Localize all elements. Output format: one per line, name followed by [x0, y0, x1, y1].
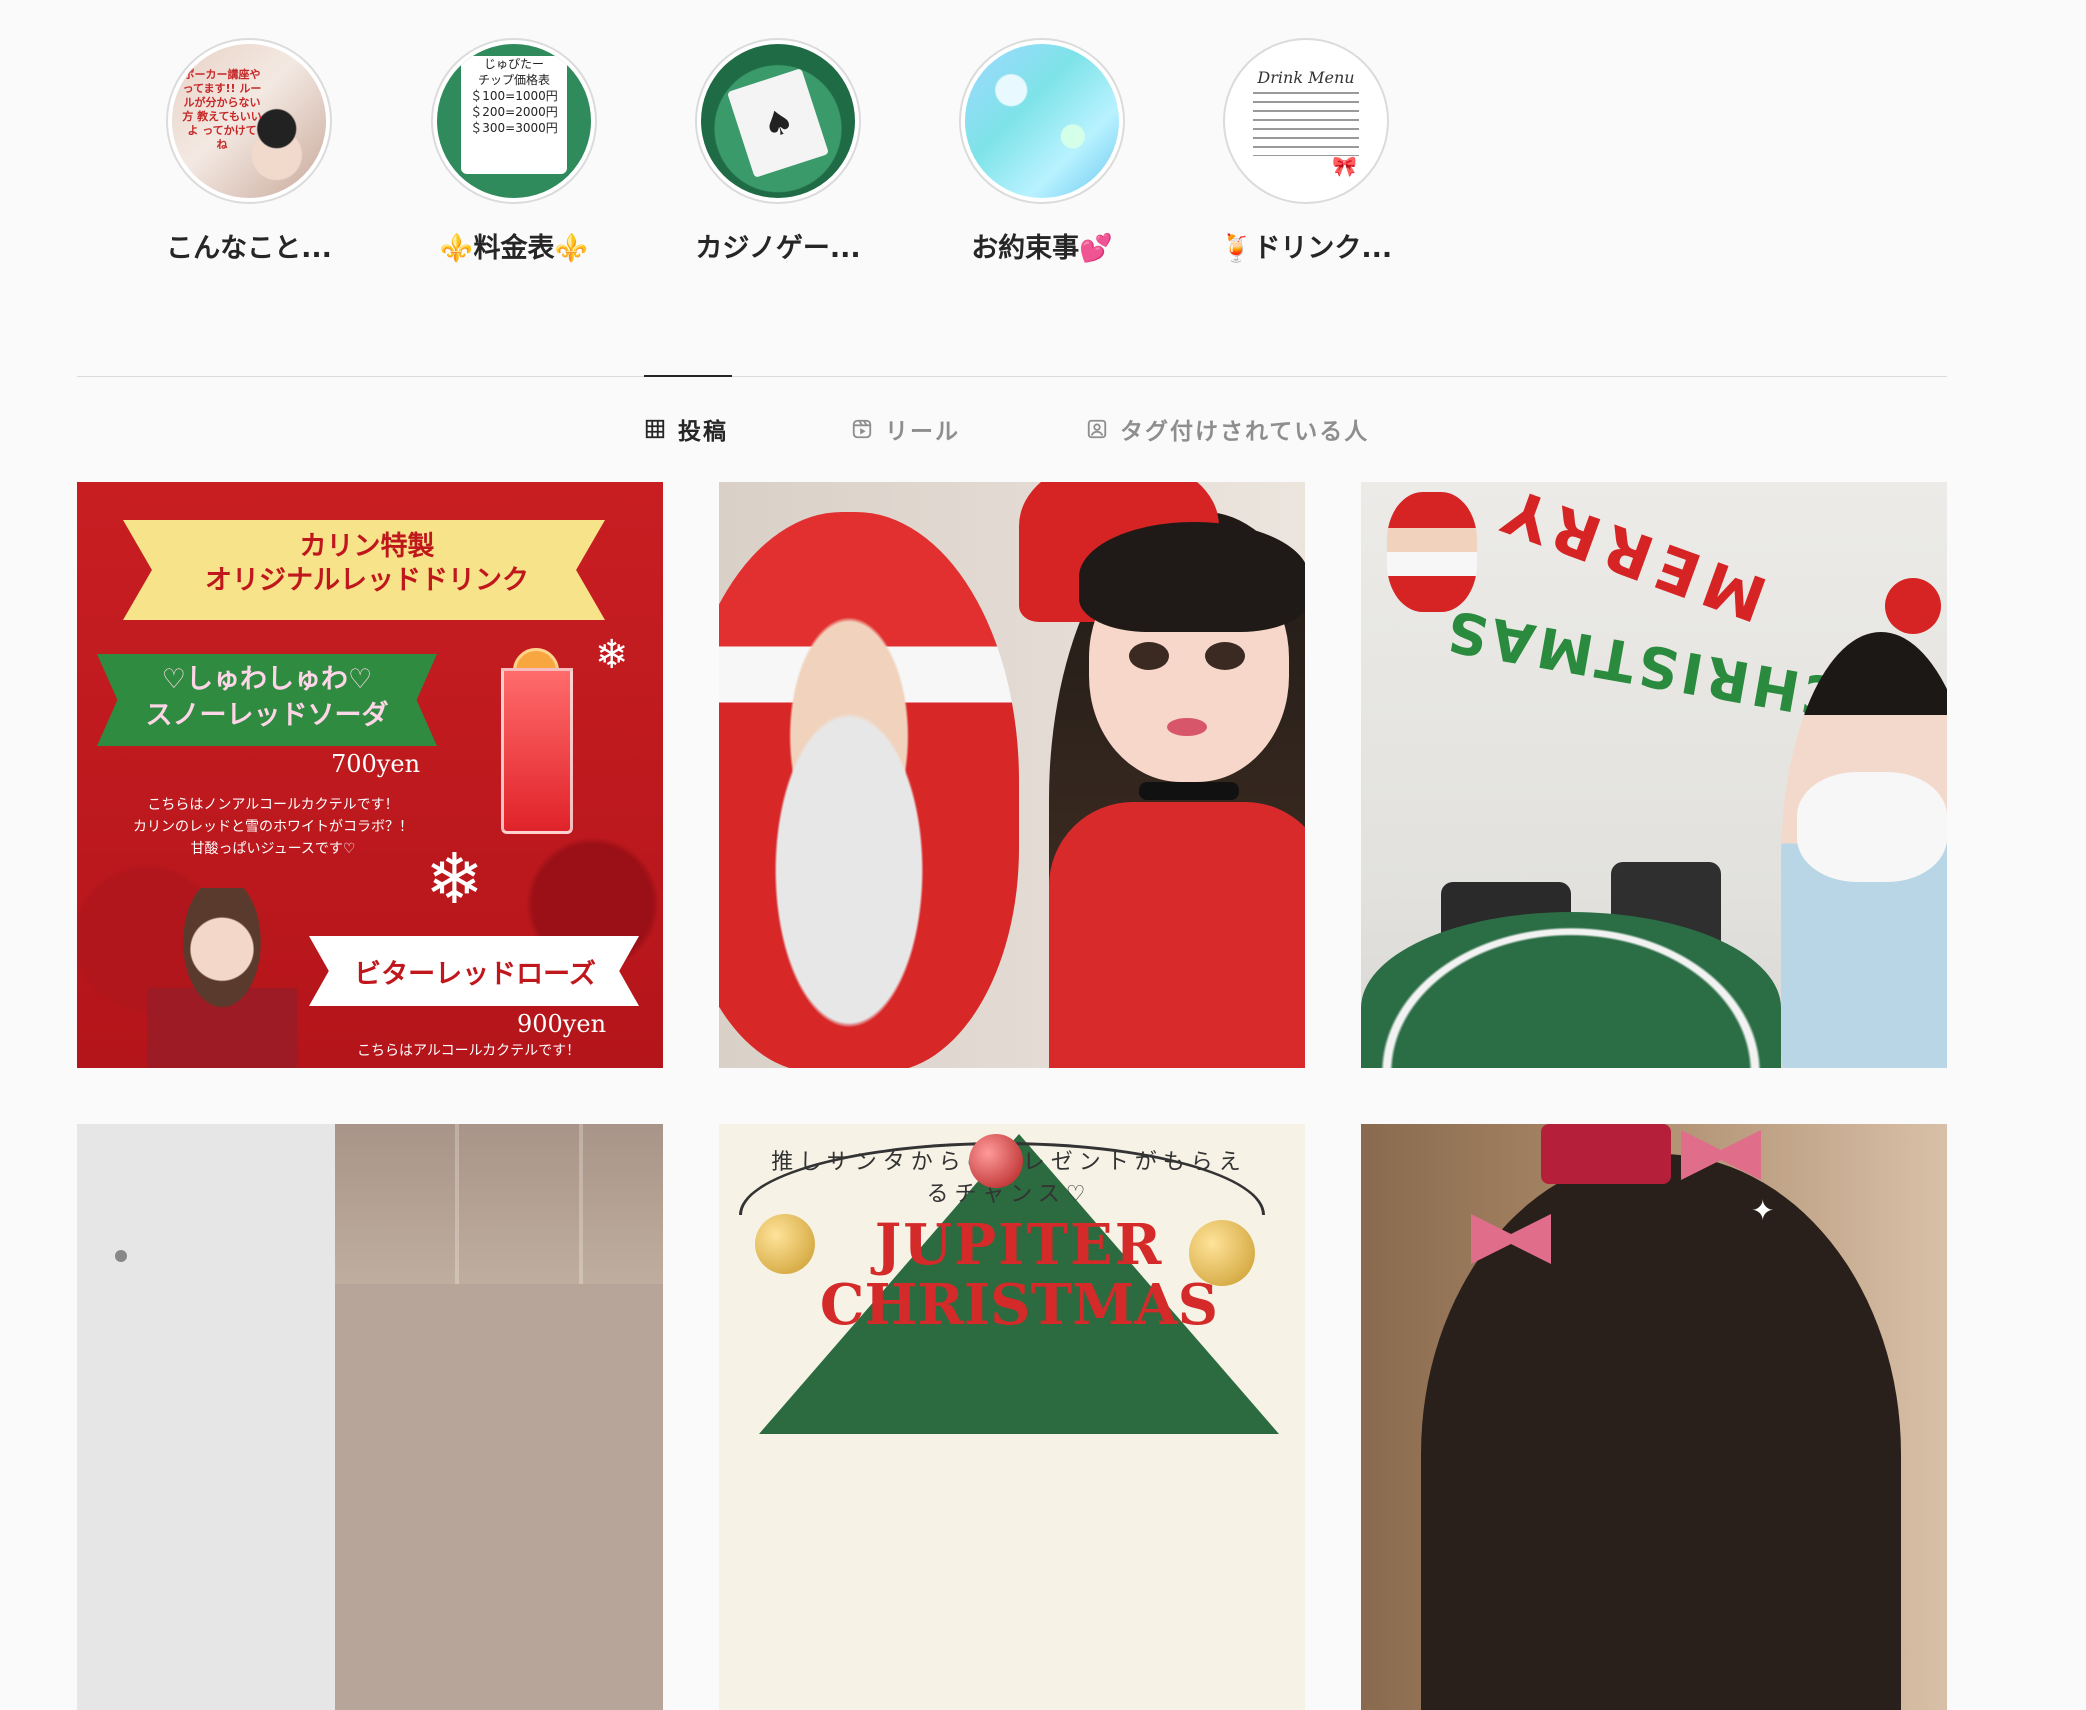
- poster-title-2: CHRISTMAS: [819, 1272, 1219, 1338]
- reels-icon: [852, 419, 872, 439]
- highlight-label: こんなこと...: [166, 233, 332, 264]
- highlight-3[interactable]: カジノゲー...: [678, 38, 878, 265]
- post-tile-6[interactable]: ✦: [1361, 1124, 1947, 1710]
- ornament-icon: [969, 1134, 1023, 1188]
- tab-label: 投稿: [678, 419, 728, 445]
- highlight-label: お約束事💕: [971, 233, 1113, 264]
- highlight-thumbnail: ポーカー講座やってます!! ルールが分からない方 教えてもいいよ ってかけてね: [172, 44, 326, 198]
- highlight-label: カジノゲー...: [695, 233, 861, 264]
- poster-banner-text: カリン特製 オリジナルレッドドリンク: [205, 531, 529, 596]
- balloon-letters-2: CHRISTMAS: [1438, 596, 1850, 731]
- santa-balloon: [719, 512, 1019, 1068]
- post-tile-2[interactable]: [719, 482, 1305, 1068]
- maid-photo: [147, 888, 297, 1068]
- tab-tagged[interactable]: タグ付けされている人: [1086, 412, 1369, 446]
- drink1-description: こちらはノンアルコールカクテルです！ カリンのレッドと雪のホワイトがコラボ？！ …: [133, 797, 413, 857]
- tab-posts[interactable]: 投稿: [644, 412, 728, 446]
- highlight-4[interactable]: お約束事💕: [942, 38, 1142, 265]
- highlight-thumbnail: [701, 44, 855, 198]
- snowflake-icon: ❄: [425, 838, 484, 920]
- ornament-balloon: [1885, 578, 1941, 634]
- price-line: じゅぴたー: [483, 57, 544, 71]
- drink-glass-icon: [501, 668, 573, 834]
- ceiling-light: [115, 1250, 127, 1262]
- price-line: ＄100=1000円: [470, 89, 558, 103]
- highlight-label: ⚜️料金表⚜️: [439, 233, 589, 264]
- brick-wall: [335, 1124, 663, 1284]
- drink2-description: こちらはアルコールカクテルです！: [357, 1043, 581, 1059]
- playing-card-icon: [727, 68, 829, 178]
- person-bangs: [1079, 522, 1305, 632]
- post-tile-1[interactable]: カリン特製 オリジナルレッドドリンク ♡しゅわしゅわ♡ スノーレッドソーダ 70…: [77, 482, 663, 1068]
- tab-reels[interactable]: リール: [851, 412, 960, 446]
- drink1-name: ♡しゅわしゅわ♡ スノーレッドソーダ: [145, 664, 389, 731]
- price-line: ＄200=2000円: [470, 105, 558, 119]
- highlight-2[interactable]: じゅぴたー チップ価格表 ＄100=1000円 ＄200=2000円 ＄300=…: [414, 38, 614, 265]
- active-tab-indicator: [644, 375, 732, 377]
- tabs-divider: [77, 376, 1947, 377]
- face-mask: [1797, 772, 1947, 882]
- tab-label: タグ付けされている人: [1120, 419, 1370, 445]
- post-tile-5[interactable]: 推しサンタからのプレゼントがもらえるチャンス♡ JUPITER CHRISTMA…: [719, 1124, 1305, 1710]
- price-line: チップ価格表: [477, 73, 550, 87]
- highlight-thumbnail: [965, 44, 1119, 198]
- choker: [1139, 782, 1239, 800]
- eye: [1129, 642, 1169, 670]
- highlight-1[interactable]: ポーカー講座やってます!! ルールが分からない方 教えてもいいよ ってかけてね …: [149, 38, 349, 265]
- grid-icon: [645, 419, 665, 439]
- drink2-price: 900yen: [517, 1010, 607, 1038]
- highlight-ring: じゅぴたー チップ価格表 ＄100=1000円 ＄200=2000円 ＄300=…: [431, 38, 597, 204]
- drink-menu-title: Drink Menu: [1257, 68, 1355, 87]
- poster-title: JUPITER: [874, 1212, 1164, 1278]
- drink2-name: ビターレッドローズ: [354, 959, 596, 990]
- highlight-label: 🍹ドリンク...: [1219, 233, 1393, 264]
- drink1-price: 700yen: [331, 750, 421, 778]
- eye: [1205, 642, 1245, 670]
- story-highlights: ポーカー講座やってます!! ルールが分からない方 教えてもいいよ ってかけてね …: [0, 38, 2086, 278]
- santa-balloon: [1387, 492, 1477, 612]
- bow-icon: 🎀: [1332, 154, 1357, 178]
- highlight-5[interactable]: Drink Menu 🎀 🍹ドリンク...: [1206, 38, 1406, 265]
- highlight-ring: Drink Menu 🎀: [1223, 38, 1389, 204]
- menu-rows: [1253, 92, 1359, 156]
- profile-tabs: 投稿 リール タグ付けされている人: [0, 412, 2086, 452]
- highlight-thumbnail: じゅぴたー チップ価格表 ＄100=1000円 ＄200=2000円 ＄300=…: [437, 44, 591, 198]
- highlight-ring: [959, 38, 1125, 204]
- post-tile-3[interactable]: MERRY CHRISTMAS: [1361, 482, 1947, 1068]
- hair-ribbon: [1541, 1124, 1671, 1184]
- snowflake-icon: ❄: [595, 632, 629, 678]
- highlight-ring: [695, 38, 861, 204]
- price-line: ＄300=3000円: [470, 121, 558, 135]
- santa-dress: [1049, 802, 1305, 1068]
- sparkle-icon: ✦: [1751, 1194, 1775, 1227]
- highlight-ring: ポーカー講座やってます!! ルールが分からない方 教えてもいいよ ってかけてね: [166, 38, 332, 204]
- price-card: じゅぴたー チップ価格表 ＄100=1000円 ＄200=2000円 ＄300=…: [461, 56, 567, 174]
- highlight-thumb-text: ポーカー講座やってます!! ルールが分からない方 教えてもいいよ ってかけてね: [182, 68, 262, 151]
- lips: [1167, 718, 1207, 736]
- post-tile-4[interactable]: [77, 1124, 663, 1710]
- highlight-thumbnail: Drink Menu 🎀: [1229, 44, 1383, 198]
- tagged-user-icon: [1087, 419, 1107, 439]
- balloon-letters-1: MERRY: [1486, 482, 1776, 636]
- tab-label: リール: [885, 419, 960, 445]
